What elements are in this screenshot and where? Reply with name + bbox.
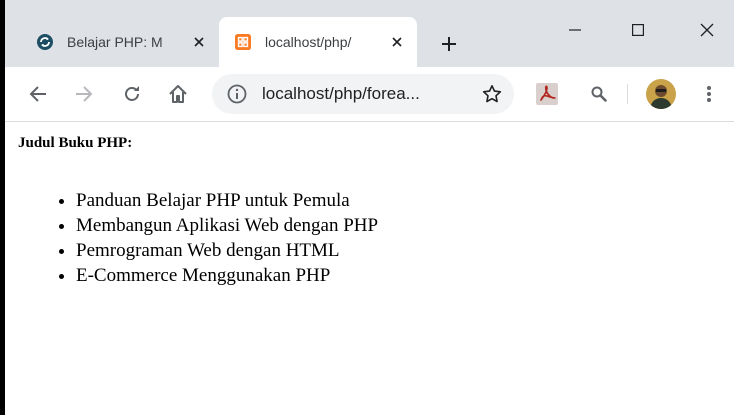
page-heading: Judul Buku PHP: bbox=[18, 135, 133, 151]
page-content: Judul Buku PHP: Panduan Belajar PHP untu… bbox=[5, 122, 734, 415]
back-arrow-icon bbox=[29, 86, 46, 102]
forward-arrow-icon bbox=[76, 86, 93, 102]
forward-button[interactable] bbox=[68, 78, 100, 110]
back-button[interactable] bbox=[22, 78, 54, 110]
tab-title: Belajar PHP: M bbox=[67, 34, 163, 50]
xampp-icon bbox=[235, 34, 251, 50]
reload-icon bbox=[125, 86, 139, 101]
bookmark-star-icon[interactable] bbox=[480, 82, 504, 106]
url-text[interactable]: localhost/php/forea... bbox=[262, 84, 462, 104]
maximize-button[interactable] bbox=[615, 0, 661, 60]
info-icon[interactable] bbox=[226, 83, 248, 105]
toolbar-separator bbox=[627, 84, 628, 104]
new-tab-button[interactable] bbox=[435, 30, 463, 58]
maximize-icon bbox=[632, 24, 644, 36]
browser-toolbar: localhost/php/forea... bbox=[5, 67, 734, 122]
list-item: Panduan Belajar PHP untuk Pemula bbox=[76, 188, 378, 213]
plus-icon bbox=[442, 37, 456, 51]
tab-title: localhost/php/ bbox=[265, 34, 352, 50]
home-button[interactable] bbox=[162, 78, 194, 110]
minimize-icon bbox=[569, 29, 581, 31]
reload-button[interactable] bbox=[116, 78, 148, 110]
tab-localhost[interactable]: localhost/php/ bbox=[219, 17, 417, 67]
close-window-button[interactable] bbox=[684, 0, 730, 60]
book-list: Panduan Belajar PHP untuk Pemula Membang… bbox=[36, 188, 378, 288]
tab-belajar-php[interactable]: Belajar PHP: M bbox=[21, 17, 219, 67]
kebab-menu-icon[interactable] bbox=[697, 82, 721, 106]
close-icon bbox=[700, 23, 714, 37]
tab-strip: Belajar PHP: M localhost/php/ bbox=[5, 0, 734, 67]
list-item: Pemrograman Web dengan HTML bbox=[76, 238, 378, 263]
minimize-button[interactable] bbox=[552, 0, 598, 60]
profile-avatar[interactable] bbox=[646, 79, 676, 109]
close-tab-icon[interactable] bbox=[189, 32, 209, 52]
home-icon bbox=[169, 85, 187, 103]
list-item: E-Commerce Menggunakan PHP bbox=[76, 263, 378, 288]
address-bar[interactable]: localhost/php/forea... bbox=[212, 74, 514, 114]
list-item: Membangun Aplikasi Web dengan PHP bbox=[76, 213, 378, 238]
close-tab-icon[interactable] bbox=[387, 32, 407, 52]
search-icon[interactable] bbox=[587, 82, 611, 106]
circle-refresh-icon bbox=[37, 34, 53, 50]
pdf-extension-icon[interactable] bbox=[535, 82, 559, 106]
